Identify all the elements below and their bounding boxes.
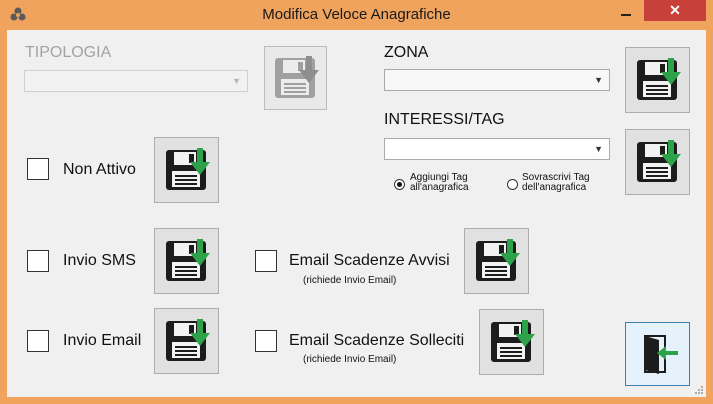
invio-sms-checkbox[interactable] bbox=[27, 250, 49, 272]
non-attivo-checkbox[interactable] bbox=[27, 158, 49, 180]
save-zona-button[interactable] bbox=[625, 47, 690, 113]
email-scadenze-solleciti-label: Email Scadenze Solleciti bbox=[289, 332, 465, 349]
floppy-disk-save-icon bbox=[636, 140, 681, 182]
floppy-disk-save-icon bbox=[475, 239, 520, 281]
save-tipologia-button bbox=[264, 46, 327, 110]
zona-select[interactable]: ▼ bbox=[384, 69, 610, 91]
tipologia-select: ▼ bbox=[24, 70, 248, 92]
window-title: Modifica Veloce Anagrafiche bbox=[262, 6, 451, 23]
interessi-select[interactable]: ▼ bbox=[384, 138, 610, 160]
save-email-scadenze-solleciti-button[interactable] bbox=[479, 309, 544, 375]
title-bar[interactable]: Modifica Veloce Anagrafiche ✕ bbox=[0, 0, 713, 30]
save-non-attivo-button[interactable] bbox=[154, 137, 219, 203]
exit-door-icon bbox=[643, 335, 678, 374]
radio-overwrite-tag[interactable] bbox=[507, 179, 518, 190]
email-scadenze-avvisi-note: (richiede Invio Email) bbox=[303, 275, 397, 286]
tipologia-label: TIPOLOGIA bbox=[25, 44, 112, 61]
floppy-disk-save-icon bbox=[165, 239, 210, 281]
zona-label: ZONA bbox=[384, 44, 429, 61]
save-invio-email-button[interactable] bbox=[154, 308, 219, 374]
email-scadenze-avvisi-checkbox[interactable] bbox=[255, 250, 277, 272]
interessi-label: INTERESSI/TAG bbox=[384, 111, 505, 128]
close-button[interactable]: ✕ bbox=[644, 0, 706, 21]
radio-add-tag[interactable] bbox=[394, 179, 405, 190]
email-scadenze-avvisi-label: Email Scadenze Avvisi bbox=[289, 252, 450, 269]
minimize-icon bbox=[621, 14, 631, 16]
floppy-disk-save-icon bbox=[274, 56, 319, 98]
non-attivo-label: Non Attivo bbox=[63, 161, 136, 178]
application-window: Modifica Veloce Anagrafiche ✕ TIPOLOGIA … bbox=[0, 0, 713, 404]
save-email-scadenze-avvisi-button[interactable] bbox=[464, 228, 529, 294]
radio-overwrite-tag-label: Sovrascrivi Tag dell'anagrafica bbox=[522, 172, 590, 193]
chevron-down-icon: ▼ bbox=[594, 75, 603, 85]
email-scadenze-solleciti-checkbox[interactable] bbox=[255, 330, 277, 352]
email-scadenze-solleciti-note: (richiede Invio Email) bbox=[303, 354, 397, 365]
floppy-disk-save-icon bbox=[165, 319, 210, 361]
minimize-button[interactable] bbox=[617, 4, 635, 22]
radio-add-tag-label: Aggiungi Tag all'anagrafica bbox=[410, 172, 469, 193]
invio-email-label: Invio Email bbox=[63, 332, 142, 349]
invio-email-checkbox[interactable] bbox=[27, 330, 49, 352]
floppy-disk-save-icon bbox=[490, 320, 535, 362]
save-invio-sms-button[interactable] bbox=[154, 228, 219, 294]
resize-grip-icon[interactable] bbox=[694, 385, 704, 395]
form-body: TIPOLOGIA ▼ ZONA ▼ INTERESSI/TAG ▼ Aggiu… bbox=[7, 30, 706, 397]
chevron-down-icon: ▼ bbox=[232, 76, 241, 86]
exit-button[interactable] bbox=[625, 322, 690, 386]
save-interessi-button[interactable] bbox=[625, 129, 690, 195]
floppy-disk-save-icon bbox=[636, 58, 681, 100]
floppy-disk-save-icon bbox=[165, 148, 210, 190]
chevron-down-icon: ▼ bbox=[594, 144, 603, 154]
invio-sms-label: Invio SMS bbox=[63, 252, 136, 269]
